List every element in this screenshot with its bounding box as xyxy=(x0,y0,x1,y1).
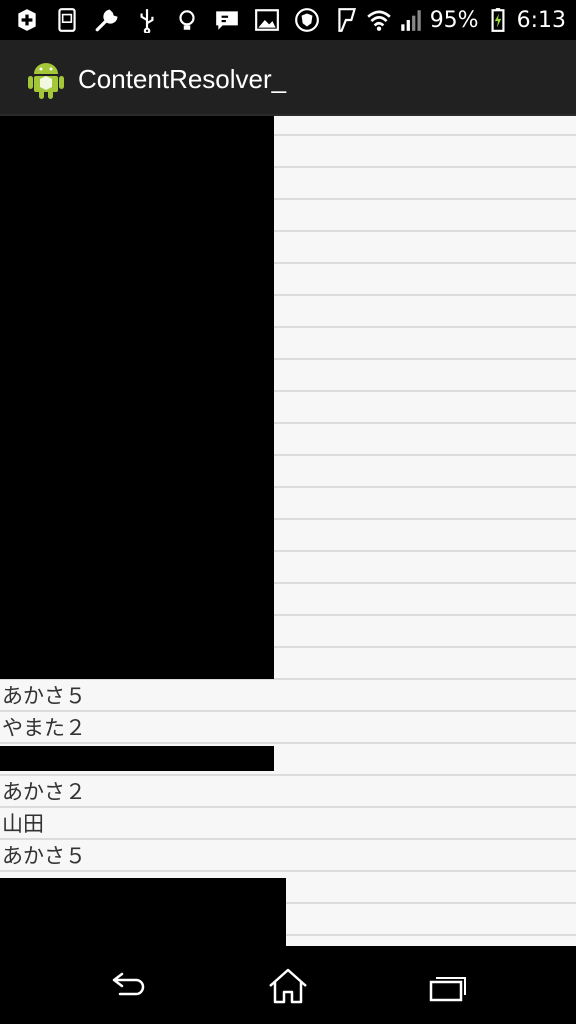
list-item[interactable]: あかさ５ xyxy=(0,840,576,872)
android-icon[interactable] xyxy=(24,56,68,100)
add-box-icon xyxy=(14,7,40,33)
recent-apps-icon[interactable] xyxy=(426,966,470,1006)
wrench-icon xyxy=(94,7,120,33)
battery-percent: 95% xyxy=(429,7,479,33)
black-render-block xyxy=(0,878,286,946)
black-render-block xyxy=(0,116,274,679)
battery-charging-icon xyxy=(485,7,511,33)
status-bar: 95% 6:13 xyxy=(0,0,576,40)
list-item-label: やまた２ xyxy=(2,716,86,740)
foursquare-icon xyxy=(334,7,360,33)
list-item[interactable]: あかさ２ xyxy=(0,776,576,808)
list-item-label: あかさ５ xyxy=(2,684,86,708)
back-icon[interactable] xyxy=(106,966,150,1006)
message-icon xyxy=(214,7,240,33)
list-item[interactable]: あかさ５ xyxy=(0,680,576,712)
list-view[interactable]: あかさ５ やまた２ あかさ２ 山田 あかさ５ xyxy=(0,116,576,946)
wifi-icon xyxy=(366,7,392,33)
list-item[interactable]: やまた２ xyxy=(0,712,576,744)
home-icon[interactable] xyxy=(266,966,310,1006)
shield-icon xyxy=(294,7,320,33)
clock: 6:13 xyxy=(516,7,566,33)
navigation-bar xyxy=(0,946,576,1024)
bulb-icon xyxy=(174,7,200,33)
signal-icon xyxy=(398,7,424,33)
list-item[interactable]: 山田 xyxy=(0,808,576,840)
image-icon xyxy=(254,7,280,33)
list-item-label: あかさ２ xyxy=(2,780,86,804)
list-item-label: あかさ５ xyxy=(2,844,86,868)
usb-icon xyxy=(134,7,160,33)
black-render-block xyxy=(0,746,274,771)
sim-card-icon xyxy=(54,7,80,33)
app-title: ContentResolver_ xyxy=(78,64,287,94)
list-item-label: 山田 xyxy=(2,812,44,836)
